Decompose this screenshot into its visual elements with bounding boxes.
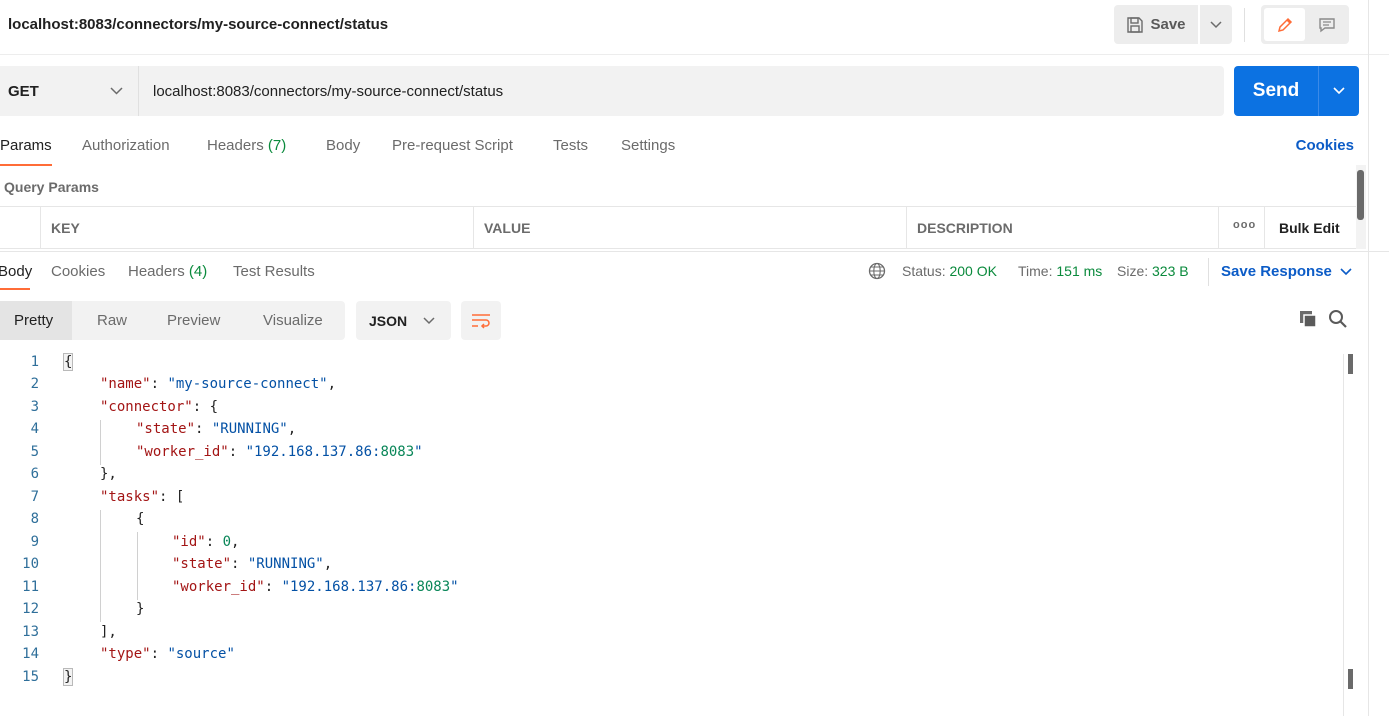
status-indicator[interactable]: Status: 200 OK [902,263,997,279]
tab-settings[interactable]: Settings [621,137,675,154]
size-value: 323 B [1152,263,1189,279]
code-line: 13], [22,624,117,640]
value-column-header: VALUE [473,207,907,248]
status-value: 200 OK [949,263,997,279]
code-line: 2 "name": "my-source-connect", [30,376,337,392]
response-headers-count: (4) [188,263,208,280]
pane-divider[interactable] [0,251,1389,252]
code-line: 9 "id": 0, [30,534,240,550]
scrollbar-marker [1348,669,1353,689]
time-value: 151 ms [1056,263,1103,279]
code-line: 1{ [30,353,74,371]
pencil-icon [1277,17,1292,32]
tab-label: Headers [207,137,264,154]
format-visualize[interactable]: Visualize [263,301,323,340]
size-indicator[interactable]: Size: 323 B [1117,263,1189,279]
code-line: 8{ [30,511,145,527]
save-icon [1127,16,1144,33]
key-column-header: KEY [40,207,474,248]
code-line: 15} [22,668,74,686]
divider [1208,258,1209,286]
globe-icon[interactable] [868,262,886,280]
comment-icon [1318,17,1335,32]
headers-count: (7) [267,137,287,154]
panel-edge [1368,0,1369,716]
save-response-button[interactable]: Save Response [1221,263,1352,280]
body-scrollbar-track[interactable] [1343,354,1355,716]
edit-mode-button[interactable] [1264,8,1305,41]
code-line: 5 "worker_id": "192.168.137.86:8083" [30,444,423,460]
language-label: JSON [369,312,408,329]
query-params-title: Query Params [4,179,99,195]
language-select[interactable]: JSON [356,301,451,340]
chevron-down-icon [1333,87,1345,95]
row-handle-column [0,207,41,248]
code-line: 7 "tasks": [ [30,489,185,505]
time-indicator[interactable]: Time: 151 ms [1018,263,1102,279]
method-label: GET [8,82,39,100]
cookies-link[interactable]: Cookies [1296,137,1354,154]
tab-body[interactable]: Body [326,137,360,154]
save-button[interactable]: Save [1114,5,1198,44]
bulk-edit-button[interactable]: Bulk Edit [1264,207,1356,248]
request-tabs: Params Authorization Headers (7) Body Pr… [0,130,1389,166]
save-response-label: Save Response [1221,263,1332,280]
status-label: Status: [902,263,946,279]
comments-button[interactable] [1307,8,1346,41]
tab-response-body[interactable]: Body [0,263,32,280]
code-line: 11 "worker_id": "192.168.137.86:8083" [22,579,459,595]
request-title[interactable]: localhost:8083/connectors/my-source-conn… [8,16,388,33]
copy-icon[interactable] [1298,309,1318,329]
search-icon[interactable] [1328,309,1348,329]
code-line: 4 "state": "RUNNING", [30,421,297,437]
code-line: 6}, [30,466,117,482]
save-options-button[interactable] [1200,5,1232,44]
active-response-tab-indicator [0,288,30,290]
scrollbar-marker [1348,354,1353,374]
code-line: 14 "type": "source" [22,646,235,662]
tab-pre-request-script[interactable]: Pre-request Script [392,137,513,154]
size-label: Size: [1117,263,1149,279]
wrap-lines-icon [472,313,490,329]
tab-params[interactable]: Params [0,137,52,154]
code-line: 10 "state": "RUNNING", [22,556,333,572]
response-body-viewer[interactable]: 1{ 2 "name": "my-source-connect", 3 "conne… [0,353,1340,694]
params-scrollbar-thumb[interactable] [1357,170,1364,220]
tab-response-cookies[interactable]: Cookies [51,263,105,280]
tab-authorization[interactable]: Authorization [82,137,170,154]
send-button-group: Send [1234,66,1359,116]
wrap-lines-button[interactable] [461,301,501,340]
code-line: 3 "connector": { [30,399,219,415]
format-preview[interactable]: Preview [167,301,220,340]
format-tabs: Pretty Raw Preview Visualize [0,301,345,340]
more-options-button[interactable]: ooo [1218,207,1265,248]
tab-response-headers[interactable]: Headers (4) [128,263,207,280]
code-line: 12} [22,601,145,617]
send-button[interactable]: Send [1234,66,1318,116]
active-tab-indicator [0,164,52,166]
chevron-down-icon [1210,20,1222,28]
tab-tests[interactable]: Tests [553,137,588,154]
tab-headers[interactable]: Headers (7) [207,137,286,154]
send-options-button[interactable] [1318,66,1359,116]
chevron-down-icon [423,316,435,324]
chevron-down-icon [110,87,123,95]
save-label: Save [1150,16,1186,33]
chevron-down-icon [1340,267,1352,275]
time-label: Time: [1018,263,1053,279]
tab-label: Headers [128,263,185,280]
divider [1244,8,1245,42]
description-column-header: DESCRIPTION [906,207,1219,248]
mode-toggle [1261,5,1349,44]
format-raw[interactable]: Raw [97,301,127,340]
request-title-bar: localhost:8083/connectors/my-source-conn… [0,0,1389,55]
format-pretty[interactable]: Pretty [0,301,72,340]
query-params-table: KEY VALUE DESCRIPTION ooo Bulk Edit [0,206,1356,249]
save-button-group: Save [1114,5,1232,44]
url-input[interactable]: localhost:8083/connectors/my-source-conn… [138,66,1224,116]
tab-test-results[interactable]: Test Results [233,263,315,280]
method-select[interactable]: GET [0,66,138,116]
